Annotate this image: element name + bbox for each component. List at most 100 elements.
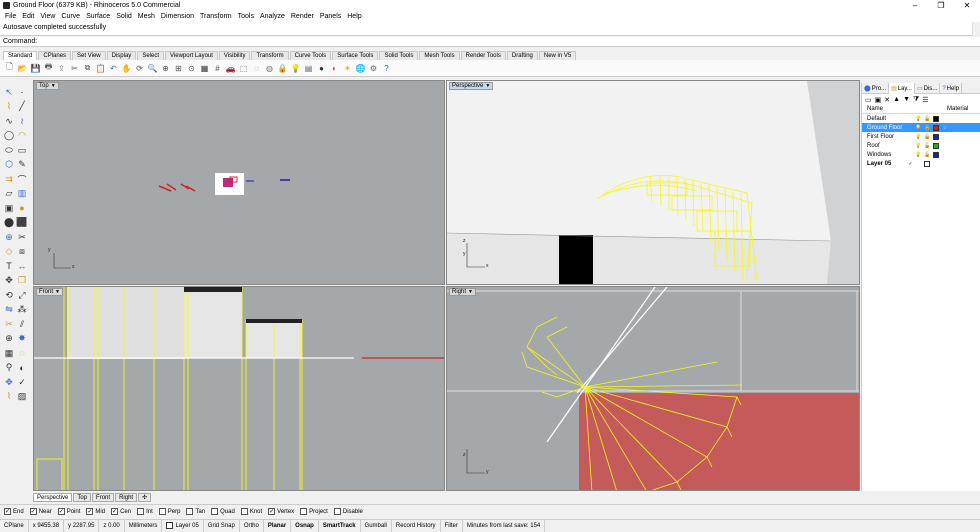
extrude-icon[interactable]: ⬛ <box>16 217 28 229</box>
layer-row[interactable]: Layer 05 ✓ <box>862 159 980 168</box>
menu-solid[interactable]: Solid <box>113 13 135 20</box>
paste-icon[interactable]: 📋 <box>95 63 106 74</box>
layer-row[interactable]: Default 💡 🔓 <box>862 114 980 123</box>
maximize-button[interactable]: ❐ <box>928 0 954 11</box>
arc-icon[interactable]: ◠ <box>16 130 28 142</box>
zoom-window-icon[interactable]: ⊕ <box>160 63 171 74</box>
layer-name[interactable]: Windows <box>867 152 915 158</box>
sphere-icon[interactable]: ● <box>16 202 28 214</box>
mirror-icon[interactable]: ⇋ <box>3 304 15 316</box>
column-material[interactable]: Material <box>947 106 968 112</box>
planar-toggle[interactable]: Planar <box>264 519 292 532</box>
checkbox-icon[interactable]: ✓ <box>29 508 37 515</box>
toolbar-tab-select[interactable]: Select <box>137 51 164 60</box>
import-icon[interactable]: ⇪ <box>56 63 67 74</box>
filter-toggle[interactable]: Filter <box>441 519 463 532</box>
box-icon[interactable]: ▣ <box>3 202 15 214</box>
toolbar-tab-curve-tools[interactable]: Curve Tools <box>289 51 332 60</box>
car-icon[interactable]: 🚗 <box>225 63 236 74</box>
osnap-cen[interactable]: ✓ Cen <box>111 508 131 515</box>
layer-name[interactable]: First Floor <box>867 134 915 140</box>
line-icon[interactable]: ╱ <box>16 101 28 113</box>
show-icon[interactable]: ◍ <box>264 63 275 74</box>
polygon-icon[interactable]: ⬡ <box>3 159 15 171</box>
new-layer-icon[interactable]: ▭ <box>865 96 872 104</box>
sun-icon[interactable]: ☀ <box>342 63 353 74</box>
menu-view[interactable]: View <box>37 13 58 20</box>
toolbar-tab-surface-tools[interactable]: Surface Tools <box>332 51 379 60</box>
filter-icon[interactable]: ⧩ <box>913 96 919 104</box>
viewport-perspective[interactable]: Perspective ▼ z y x <box>446 80 860 285</box>
viewport-front-label[interactable]: Front ▼ <box>36 288 63 296</box>
mesh-icon[interactable]: ◇ <box>3 246 15 258</box>
trim-icon[interactable]: ✂ <box>3 318 15 330</box>
viewport-top[interactable]: Top ▼ y x <box>33 80 445 285</box>
toolbar-tab-solid-tools[interactable]: Solid Tools <box>379 51 419 60</box>
curvature-icon[interactable]: ⌇ <box>3 391 15 403</box>
array-icon[interactable]: ⁂ <box>16 304 28 316</box>
cylinder-icon[interactable]: ⬤ <box>3 217 15 229</box>
menu-dimension[interactable]: Dimension <box>158 13 197 20</box>
toolbar-tab-mesh-tools[interactable]: Mesh Tools <box>419 51 460 60</box>
copy-icon[interactable]: ❐ <box>16 275 28 287</box>
copy-icon[interactable]: ⧉ <box>82 63 93 74</box>
rotate-icon[interactable]: ⟲ <box>3 289 15 301</box>
delete-layer-icon[interactable]: ✕ <box>884 96 890 104</box>
viewport-tab-perspective[interactable]: Perspective <box>33 492 73 502</box>
toolbar-tab-cplanes[interactable]: CPlanes <box>38 51 72 60</box>
lock-icon[interactable]: 🔓 <box>924 133 931 140</box>
layer-name[interactable]: Ground Floor <box>867 125 915 131</box>
osnap-disable[interactable]: Disable <box>333 508 363 515</box>
select-arrow-icon[interactable]: ↖ <box>3 86 15 98</box>
viewport-tab-right[interactable]: Right <box>115 492 138 502</box>
layer-icon[interactable]: ▤ <box>303 63 314 74</box>
new-icon[interactable]: 🗋 <box>4 62 15 74</box>
mesh-edit-icon[interactable]: ⧈ <box>16 246 28 258</box>
help-icon[interactable]: ? <box>381 63 392 74</box>
osnap-project[interactable]: Project <box>300 508 328 515</box>
osnap-end[interactable]: ✓ End <box>4 508 24 515</box>
osnap-near[interactable]: ✓ Near <box>29 508 52 515</box>
layer-color-swatch[interactable] <box>933 151 939 158</box>
layer-settings-icon[interactable]: ☰ <box>922 96 928 104</box>
select-all-icon[interactable]: ⬚ <box>238 63 249 74</box>
viewport-front[interactable]: Front ▼ <box>33 286 445 491</box>
undo-icon[interactable]: ↶ <box>108 63 119 74</box>
layer-row[interactable]: Roof 💡 🔓 <box>862 141 980 150</box>
checkbox-icon[interactable] <box>137 508 145 515</box>
menu-file[interactable]: File <box>2 13 19 20</box>
toolbar-tab-set-view[interactable]: Set View <box>72 51 106 60</box>
explode-icon[interactable]: ✸ <box>16 333 28 345</box>
draft-icon[interactable]: ▨ <box>16 391 28 403</box>
move-down-icon[interactable]: ▼ <box>903 96 910 103</box>
minimize-button[interactable]: – <box>902 0 928 11</box>
panel-tab-1[interactable]: ▤ Lay... <box>889 83 915 94</box>
toolbar-tab-transform[interactable]: Transform <box>251 51 289 60</box>
visibility-bulb-icon[interactable]: 💡 <box>915 142 922 149</box>
layer-row[interactable]: First Floor 💡 🔓 <box>862 132 980 141</box>
ortho-toggle[interactable]: Ortho <box>240 519 264 532</box>
panel-tab-3[interactable]: ? Help <box>940 83 962 94</box>
toolbar-tab-drafting[interactable]: Drafting <box>506 51 538 60</box>
history-scrollbar[interactable] <box>972 22 980 36</box>
checkbox-icon[interactable]: ✓ <box>268 508 276 515</box>
pan-icon[interactable]: ✋ <box>121 63 132 74</box>
check-icon[interactable]: ✓ <box>16 376 28 388</box>
osnap-point[interactable]: ✓ Point <box>57 508 80 515</box>
offset-icon[interactable]: ⇉ <box>3 173 15 185</box>
zoom-dynamic-icon[interactable]: 🔍 <box>147 63 158 74</box>
fillet-icon[interactable]: ⌒ <box>16 173 28 185</box>
toolbar-tab-standard[interactable]: Standard <box>3 51 38 60</box>
open-icon[interactable]: 📂 <box>17 63 28 74</box>
zoom-selected-icon[interactable]: ⊙ <box>186 63 197 74</box>
light-icon[interactable]: 💡 <box>290 63 301 74</box>
zoom-extents-icon[interactable]: ⊞ <box>173 63 184 74</box>
gumball-icon[interactable]: ✥ <box>3 376 15 388</box>
hide-icon[interactable]: ◌ <box>16 347 28 359</box>
lock-icon[interactable]: 🔓 <box>924 124 931 131</box>
viewport-tab-front[interactable]: Front <box>92 492 115 502</box>
scale-icon[interactable]: ⤢ <box>16 289 28 301</box>
viewport-perspective-label[interactable]: Perspective ▼ <box>449 82 494 90</box>
render-icon[interactable]: ◐ <box>16 362 28 374</box>
checkbox-icon[interactable]: ✓ <box>4 508 11 515</box>
